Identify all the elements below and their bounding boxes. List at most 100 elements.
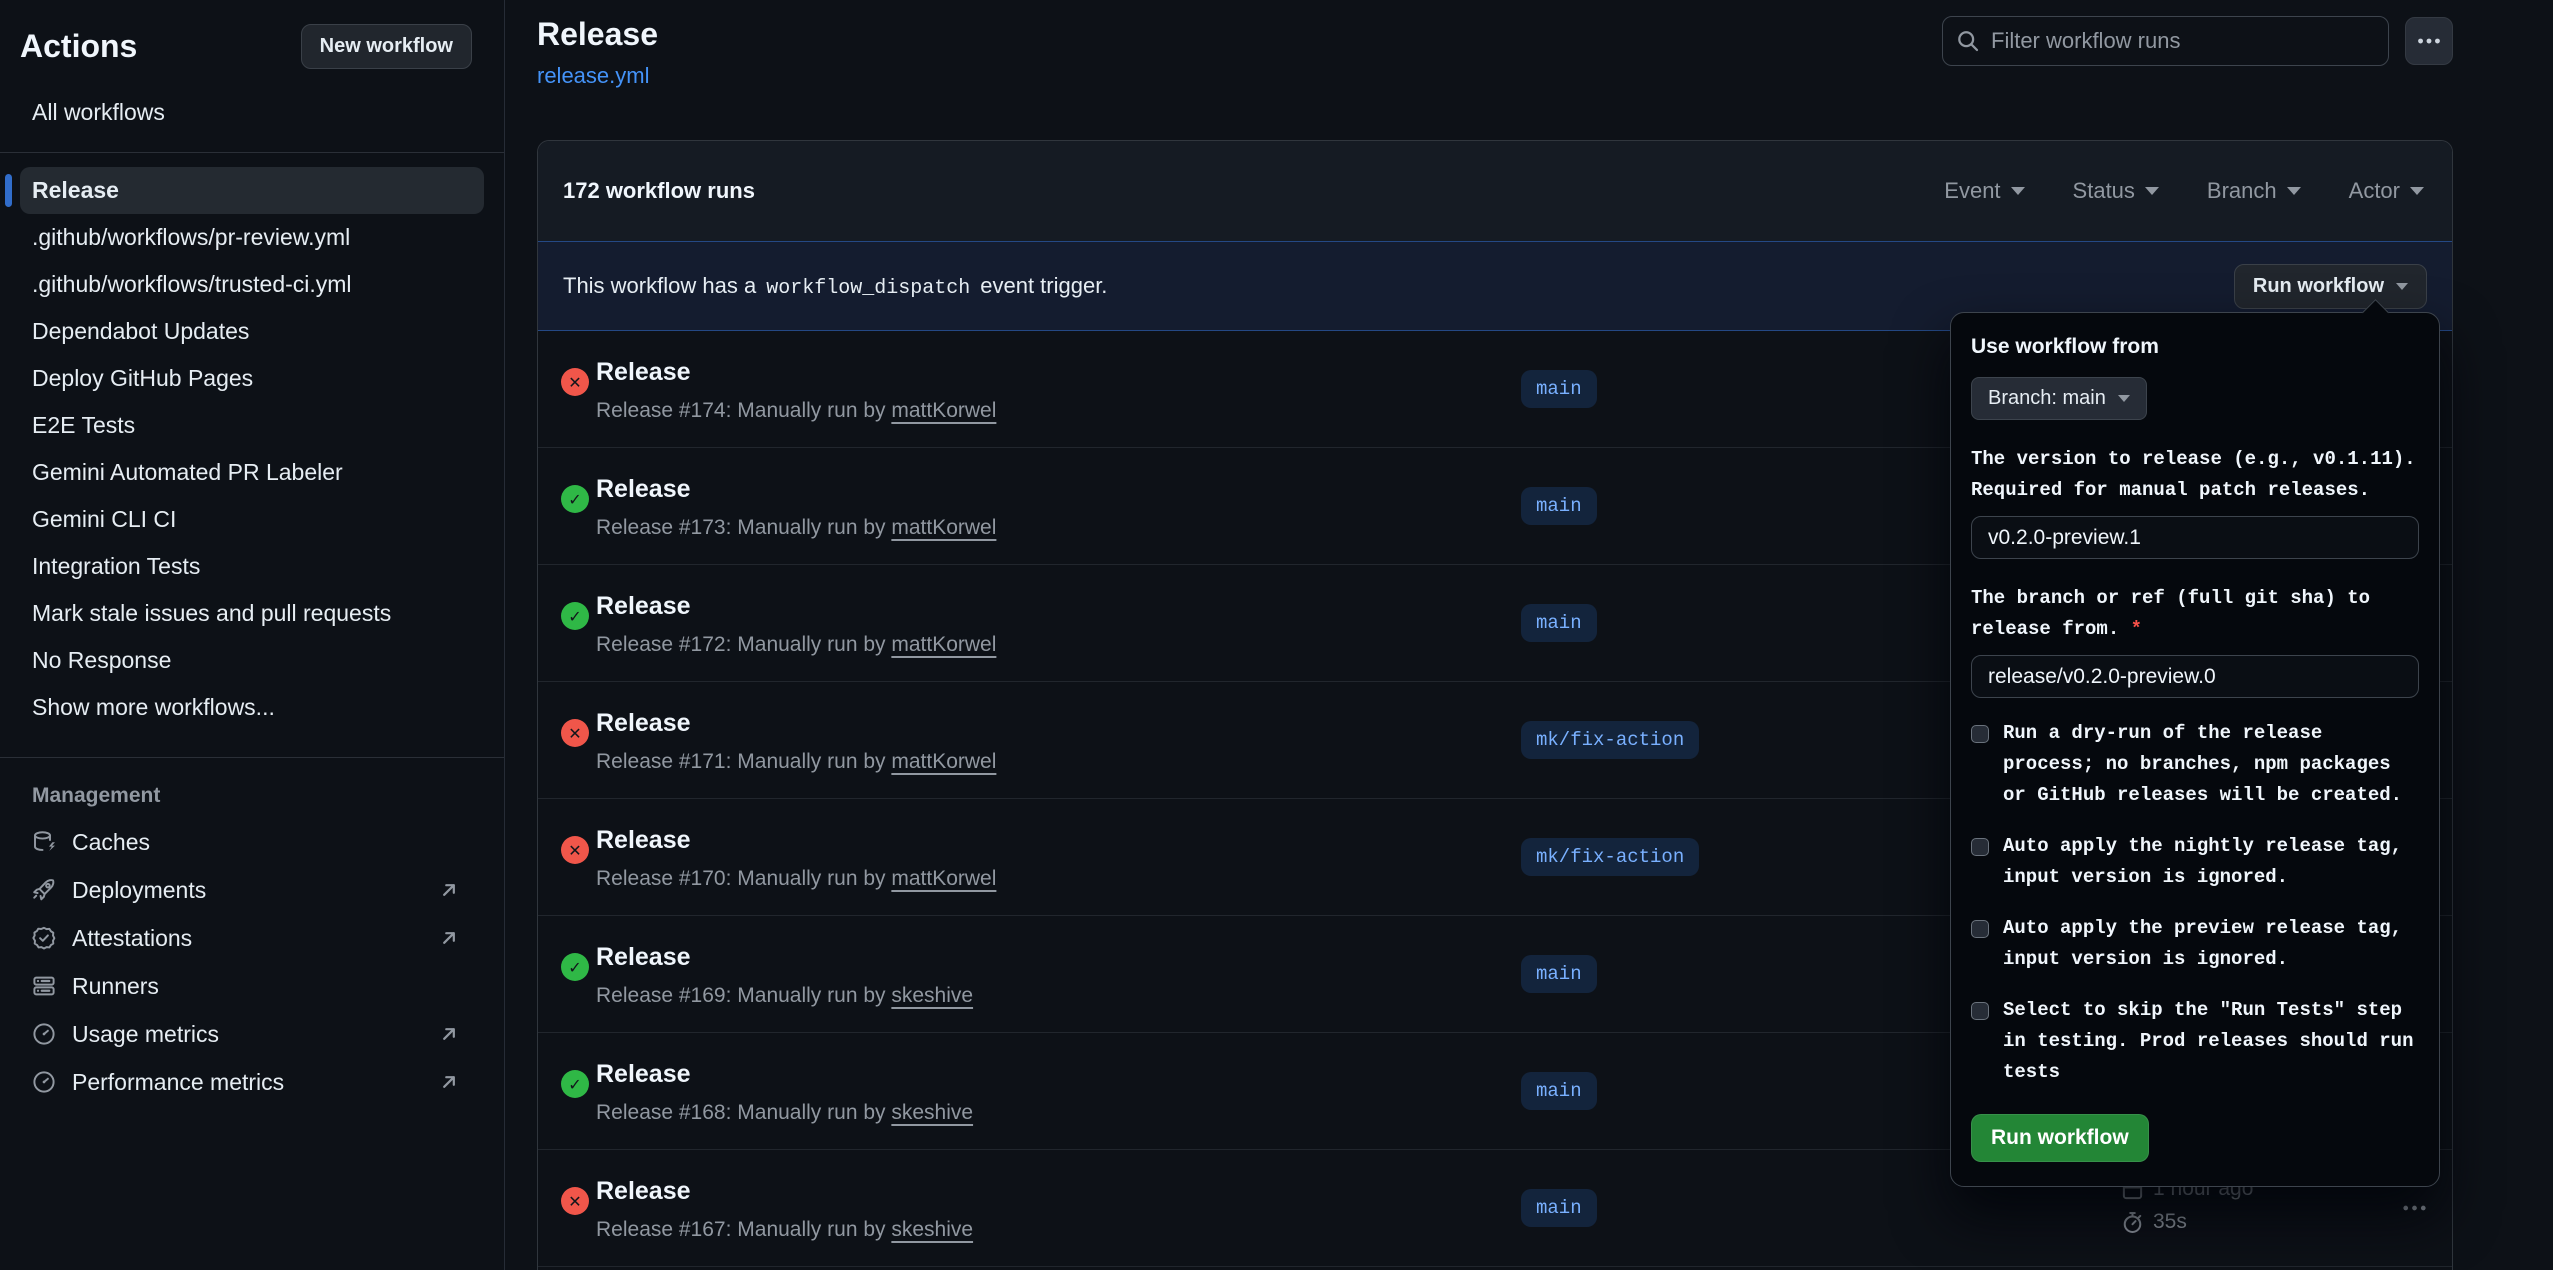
dispatch-option: Select to skip the "Run Tests" step in t…: [1971, 995, 2419, 1088]
sidebar-workflow-item[interactable]: Gemini CLI CI: [20, 496, 484, 543]
workflow-item-label: Gemini Automated PR Labeler: [32, 459, 343, 486]
branch-badge[interactable]: main: [1521, 604, 1597, 642]
sidebar-workflow-item[interactable]: Deploy GitHub Pages: [20, 355, 484, 402]
page-options-kebab-button[interactable]: [2405, 17, 2453, 65]
workflow-item-label: Integration Tests: [32, 553, 200, 580]
run-description: Release #167: Manually run by skeshive: [596, 1218, 973, 1242]
sidebar-management-item[interactable]: Attestations: [20, 914, 484, 962]
workflow-item-label: Dependabot Updates: [32, 318, 249, 345]
management-item-label: Attestations: [72, 925, 192, 952]
stopwatch-icon: [2121, 1211, 2144, 1234]
chevron-down-icon: [2118, 395, 2130, 402]
run-actor-link[interactable]: mattKorwel: [891, 867, 996, 890]
run-description: Release #171: Manually run by mattKorwel: [596, 750, 996, 774]
workflow-item-label: .github/workflows/trusted-ci.yml: [32, 271, 352, 298]
run-title-link[interactable]: Release: [596, 592, 691, 621]
chevron-down-icon: [2410, 187, 2424, 195]
meter-icon: [32, 1022, 56, 1046]
run-actor-link[interactable]: mattKorwel: [891, 633, 996, 656]
dispatch-option: Auto apply the preview release tag, inpu…: [1971, 913, 2419, 975]
sidebar-workflow-item[interactable]: E2E Tests: [20, 402, 484, 449]
branch-badge[interactable]: main: [1521, 1189, 1597, 1227]
sidebar-management-item[interactable]: Deployments: [20, 866, 484, 914]
run-title-link[interactable]: Release: [596, 1177, 691, 1206]
chevron-down-icon: [2396, 283, 2408, 290]
sidebar-management-item[interactable]: Performance metrics: [20, 1058, 484, 1106]
branch-badge[interactable]: mk/fix-action: [1521, 721, 1699, 759]
run-status-icon: [561, 368, 589, 396]
sidebar-management-item[interactable]: Caches: [20, 818, 484, 866]
sidebar-workflow-item[interactable]: Integration Tests: [20, 543, 484, 590]
new-workflow-button[interactable]: New workflow: [301, 24, 472, 69]
workflow-item-label: No Response: [32, 647, 171, 674]
version-input[interactable]: [1971, 516, 2419, 559]
branch-badge[interactable]: main: [1521, 1072, 1597, 1110]
sidebar-workflow-item[interactable]: Show more workflows...: [20, 684, 484, 731]
sidebar-divider: [0, 152, 504, 153]
workflow-file-link[interactable]: release.yml: [537, 63, 649, 89]
run-title-link[interactable]: Release: [596, 1060, 691, 1089]
branch-badge[interactable]: mk/fix-action: [1521, 838, 1699, 876]
dispatch-option-checkbox[interactable]: [1971, 725, 1989, 743]
run-description: Release #169: Manually run by skeshive: [596, 984, 973, 1008]
filter-dropdown[interactable]: Status: [2073, 178, 2159, 204]
ref-input-label: The branch or ref (full git sha) to rele…: [1971, 583, 2419, 645]
rocket-icon: [32, 878, 56, 902]
ref-input[interactable]: [1971, 655, 2419, 698]
dispatch-option-label: Run a dry-run of the release process; no…: [2003, 718, 2419, 811]
sidebar-workflow-item[interactable]: Release: [20, 167, 484, 214]
sidebar-workflow-item[interactable]: Dependabot Updates: [20, 308, 484, 355]
filter-label: Actor: [2349, 178, 2400, 204]
run-status-icon: [561, 719, 589, 747]
sidebar-management-item[interactable]: Runners: [20, 962, 484, 1010]
run-actor-link[interactable]: mattKorwel: [891, 750, 996, 773]
sidebar-workflow-item[interactable]: Gemini Automated PR Labeler: [20, 449, 484, 496]
filter-runs-input[interactable]: [1942, 16, 2389, 66]
chevron-down-icon: [2287, 187, 2301, 195]
run-actor-link[interactable]: mattKorwel: [891, 516, 996, 539]
filter-dropdown[interactable]: Branch: [2207, 178, 2301, 204]
branch-badge[interactable]: main: [1521, 487, 1597, 525]
run-status-icon: [561, 485, 589, 513]
run-workflow-submit-button[interactable]: Run workflow: [1971, 1114, 2149, 1162]
sidebar-item-all-workflows[interactable]: All workflows: [0, 69, 504, 126]
filter-dropdown[interactable]: Event: [1944, 178, 2024, 204]
sidebar-workflow-item[interactable]: .github/workflows/pr-review.yml: [20, 214, 484, 261]
workflow-item-label: .github/workflows/pr-review.yml: [32, 224, 350, 251]
dispatch-option: Run a dry-run of the release process; no…: [1971, 718, 2419, 811]
run-actor-link[interactable]: skeshive: [891, 1101, 973, 1124]
run-title-link[interactable]: Release: [596, 826, 691, 855]
run-workflow-dropdown-button[interactable]: Run workflow: [2234, 264, 2427, 309]
workflow-nav-list: Release .github/workflows/pr-review.yml …: [20, 167, 484, 731]
run-description: Release #168: Manually run by skeshive: [596, 1101, 973, 1125]
required-asterisk: *: [2131, 618, 2142, 640]
sidebar-management-item[interactable]: Usage metrics: [20, 1010, 484, 1058]
run-title-link[interactable]: Release: [596, 358, 691, 387]
run-title-link[interactable]: Release: [596, 943, 691, 972]
run-title-link[interactable]: Release: [596, 475, 691, 504]
management-section-label: Management: [0, 758, 504, 808]
branch-badge[interactable]: main: [1521, 370, 1597, 408]
sidebar-workflow-item[interactable]: .github/workflows/trusted-ci.yml: [20, 261, 484, 308]
dispatch-option-checkbox[interactable]: [1971, 838, 1989, 856]
sidebar-workflow-item[interactable]: Mark stale issues and pull requests: [20, 590, 484, 637]
run-actor-link[interactable]: skeshive: [891, 1218, 973, 1241]
run-options-kebab-button[interactable]: [2401, 1195, 2428, 1222]
dispatch-option-checkbox[interactable]: [1971, 920, 1989, 938]
branch-badge[interactable]: main: [1521, 955, 1597, 993]
filter-dropdown[interactable]: Actor: [2349, 178, 2424, 204]
verified-icon: [32, 926, 56, 950]
branch-selector-button[interactable]: Branch: main: [1971, 377, 2147, 420]
management-item-label: Usage metrics: [72, 1021, 219, 1048]
run-actor-link[interactable]: skeshive: [891, 984, 973, 1007]
run-title-link[interactable]: Release: [596, 709, 691, 738]
run-actor-link[interactable]: mattKorwel: [891, 399, 996, 422]
management-item-label: Deployments: [72, 877, 206, 904]
filter-label: Event: [1944, 178, 2000, 204]
runs-count: 172 workflow runs: [563, 178, 755, 204]
sidebar-workflow-item[interactable]: No Response: [20, 637, 484, 684]
management-item-label: Runners: [72, 973, 159, 1000]
server-icon: [32, 974, 56, 998]
dispatch-option-checkbox[interactable]: [1971, 1002, 1989, 1020]
arrow-up-right-icon: [438, 1071, 460, 1093]
